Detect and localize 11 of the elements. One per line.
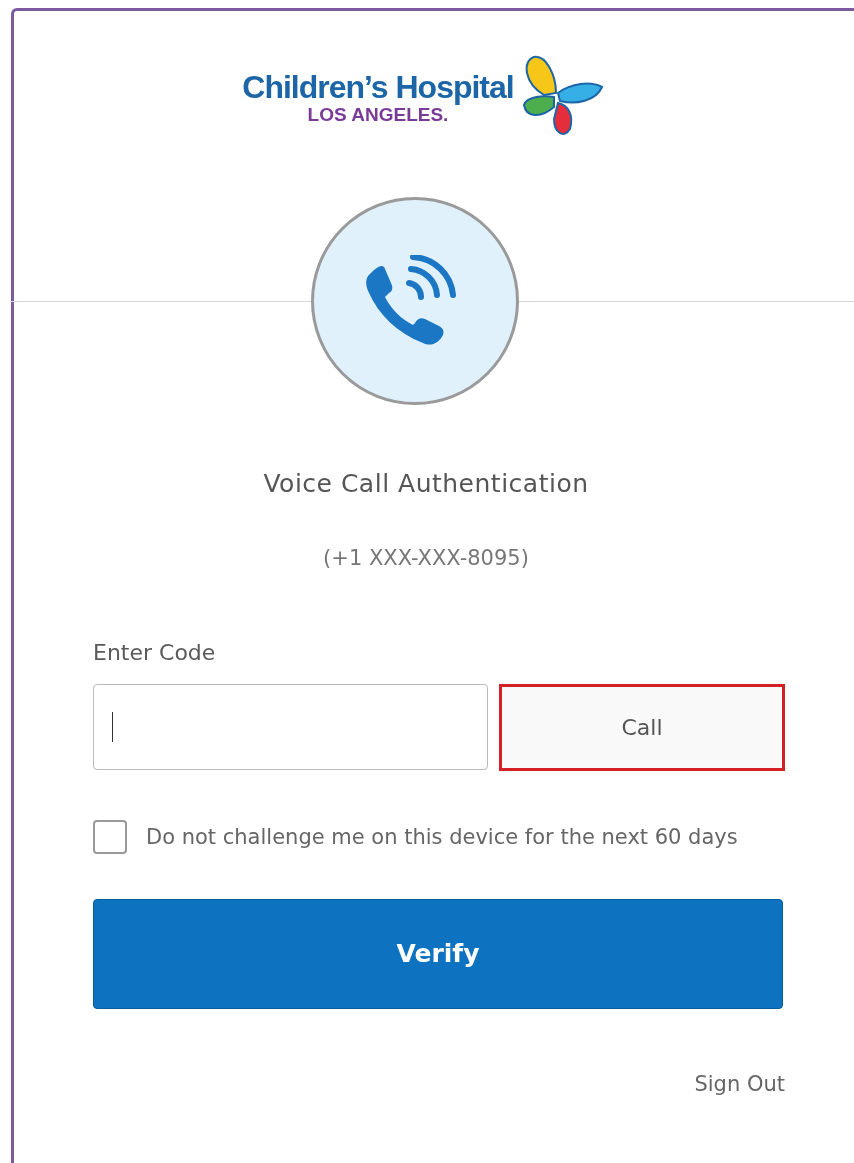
phone-number: (+1 XXX-XXX-8095) — [323, 544, 529, 572]
remember-device-label: Do not challenge me on this device for the next 60 days — [146, 824, 739, 851]
logo-name: Children’s Hospital — [242, 69, 514, 105]
verify-button[interactable]: Verify — [93, 899, 783, 1009]
sign-out-link[interactable]: Sign Out — [694, 1069, 785, 1101]
field-label: Enter Code — [93, 639, 217, 666]
checkbox[interactable] — [93, 820, 127, 854]
page-title: Voice Call Authentication — [263, 468, 589, 500]
code-input-field[interactable] — [93, 684, 488, 770]
logo-location: LOS ANGELES. — [307, 105, 449, 125]
call-button[interactable]: Call — [499, 684, 785, 771]
